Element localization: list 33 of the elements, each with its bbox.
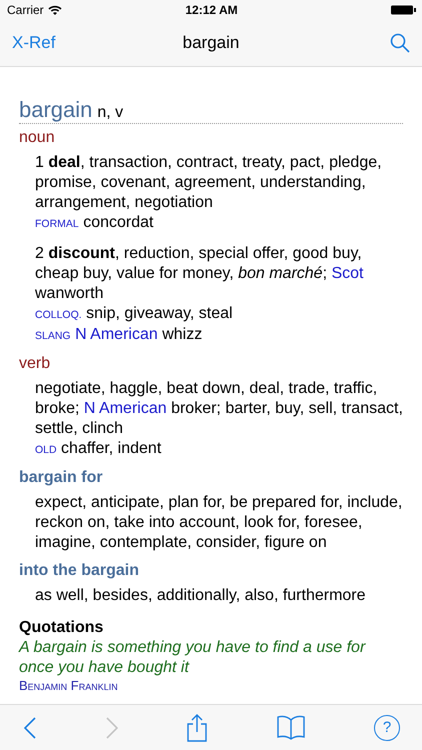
- bookmarks-button[interactable]: [276, 714, 304, 740]
- share-icon: [187, 714, 207, 742]
- carrier-name: Carrier: [7, 3, 44, 17]
- part-of-speech-heading: verb: [19, 354, 52, 374]
- xref-button[interactable]: X-Ref: [12, 29, 56, 57]
- definition-text: as well, besides, additionally, also, furthermore: [35, 586, 367, 606]
- quotation-author: Benjamin Franklin: [19, 678, 119, 693]
- part-of-speech: n, v: [97, 103, 124, 123]
- definition-text: expect, anticipate, plan for, be prepared for, include, reckon on, take into account, look for, foresee, imagine, contemplate, consider, figure on: [35, 493, 403, 553]
- help-button[interactable]: ?: [374, 714, 400, 740]
- cross-ref-link[interactable]: Scot: [331, 265, 364, 282]
- battery-icon: [390, 5, 416, 15]
- share-button[interactable]: [187, 714, 207, 742]
- definition-text: OLD chaffer, indent: [35, 439, 162, 459]
- definition-text: COLLOQ. snip, giveaway, steal: [35, 304, 234, 324]
- definition-text: SLANG N American whizz: [35, 325, 204, 345]
- back-button[interactable]: [24, 716, 36, 738]
- nav-title: bargain: [182, 33, 240, 53]
- headword: bargain: [19, 97, 92, 123]
- quotation-text: A bargain is something you have to find a use for once you have bought it: [19, 638, 367, 678]
- search-icon[interactable]: [390, 33, 410, 53]
- cross-ref-link[interactable]: N American: [75, 326, 158, 343]
- chevron-right-icon: [106, 716, 118, 738]
- book-icon: [276, 714, 304, 740]
- cross-ref-link[interactable]: N American: [84, 400, 167, 417]
- chevron-left-icon: [24, 716, 36, 738]
- phrase-heading: into the bargain: [19, 561, 140, 581]
- wifi-icon: [48, 5, 62, 15]
- clock-time: 12:12 AM: [184, 3, 239, 17]
- quotations-heading: Quotations: [19, 618, 104, 638]
- phrase-heading: bargain for: [19, 468, 104, 488]
- part-of-speech-heading: noun: [19, 128, 56, 148]
- definition-text: FORMAL concordat: [35, 213, 154, 233]
